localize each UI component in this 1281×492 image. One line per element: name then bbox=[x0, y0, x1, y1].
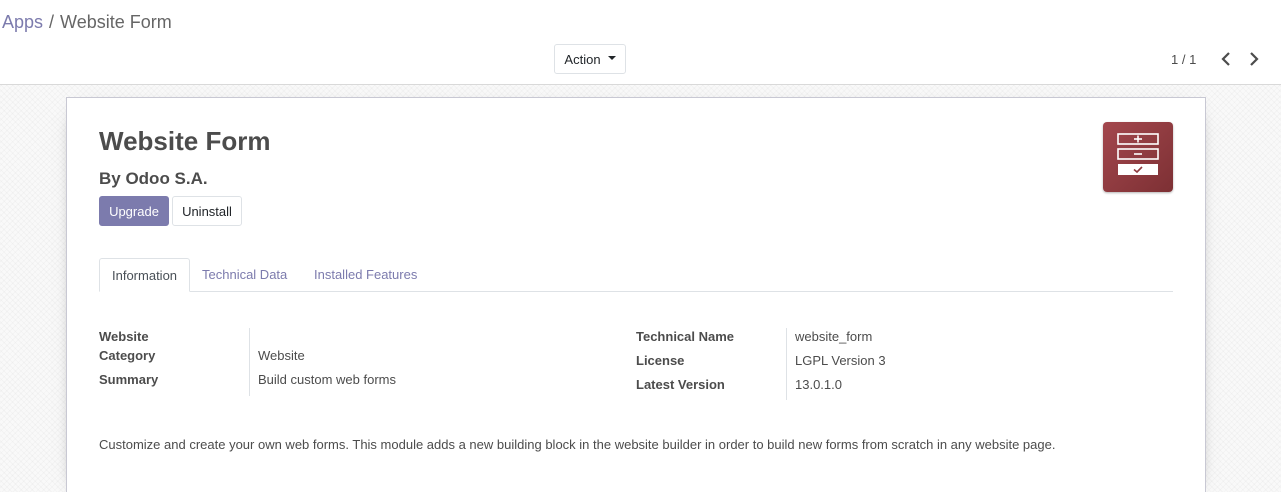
category-label: Category bbox=[99, 348, 156, 363]
category-value: Website bbox=[258, 348, 305, 363]
right-group-divider bbox=[786, 328, 787, 400]
app-description: Customize and create your own web forms.… bbox=[99, 437, 1056, 452]
tab-information[interactable]: Information bbox=[99, 258, 191, 292]
caret-down-icon bbox=[607, 55, 616, 60]
summary-label: Summary bbox=[99, 372, 159, 387]
license-value: LGPL Version 3 bbox=[795, 353, 886, 368]
breadcrumb-apps-link[interactable]: Apps bbox=[2, 12, 43, 32]
app-author: By Odoo S.A. bbox=[99, 169, 208, 188]
tab-installed-features[interactable]: Installed Features bbox=[302, 258, 429, 292]
breadcrumb-current: Website Form bbox=[60, 12, 172, 32]
summary-value: Build custom web forms bbox=[258, 372, 396, 387]
breadcrumb-separator: / bbox=[49, 12, 55, 32]
app-title: Website Form bbox=[99, 126, 271, 156]
left-group-divider bbox=[249, 328, 250, 396]
breadcrumb: Apps / Website Form bbox=[2, 11, 172, 33]
chevron-left-icon bbox=[1221, 52, 1230, 66]
latest-version-label: Latest Version bbox=[636, 377, 725, 392]
license-label: License bbox=[636, 353, 685, 368]
control-panel: Apps / Website Form Action 1 / 1 bbox=[0, 0, 1281, 85]
action-dropdown-button[interactable]: Action bbox=[554, 44, 626, 74]
website-label: Website bbox=[99, 329, 149, 344]
form-fields-icon bbox=[1117, 133, 1159, 175]
action-label: Action bbox=[564, 51, 601, 67]
form-sheet: Website Form By Odoo S.A. Upgrade Uninst… bbox=[66, 97, 1206, 492]
latest-version-value: 13.0.1.0 bbox=[795, 377, 842, 392]
notebook-tabs: Information Technical Data Installed Fea… bbox=[99, 258, 1173, 292]
upgrade-button[interactable]: Upgrade bbox=[99, 196, 169, 226]
technical-name-value: website_form bbox=[795, 329, 873, 344]
uninstall-button[interactable]: Uninstall bbox=[172, 196, 242, 226]
pager-previous-button[interactable] bbox=[1217, 50, 1235, 68]
website-form-icon bbox=[1103, 122, 1173, 192]
tab-technical-data[interactable]: Technical Data bbox=[190, 258, 299, 292]
pager-value[interactable]: 1 / 1 bbox=[1171, 52, 1196, 67]
pager-next-button[interactable] bbox=[1245, 50, 1263, 68]
technical-name-label: Technical Name bbox=[636, 329, 735, 344]
chevron-right-icon bbox=[1250, 52, 1259, 66]
